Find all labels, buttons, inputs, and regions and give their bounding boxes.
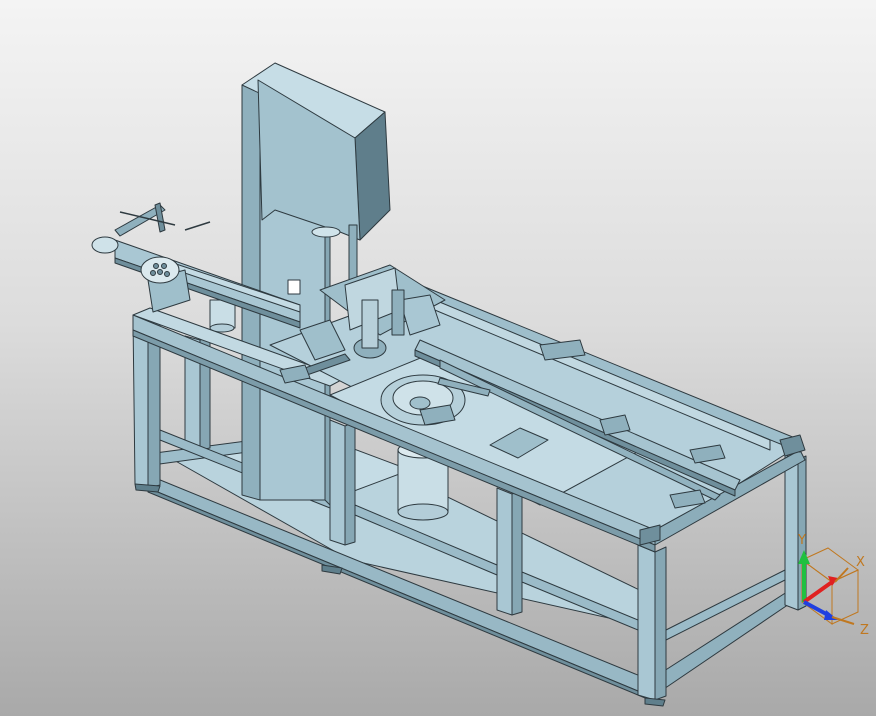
machine-model[interactable] (0, 0, 876, 716)
x-axis-arrow (802, 576, 838, 604)
orientation-triad[interactable]: X Y Z (780, 520, 876, 640)
cad-3d-viewport[interactable]: X Y Z (0, 0, 876, 716)
x-axis-label: X (856, 555, 865, 570)
z-axis-label: Z (860, 623, 869, 638)
triad-cube (801, 547, 859, 625)
y-axis-arrow (798, 550, 810, 602)
y-axis-label: Y (797, 533, 806, 548)
